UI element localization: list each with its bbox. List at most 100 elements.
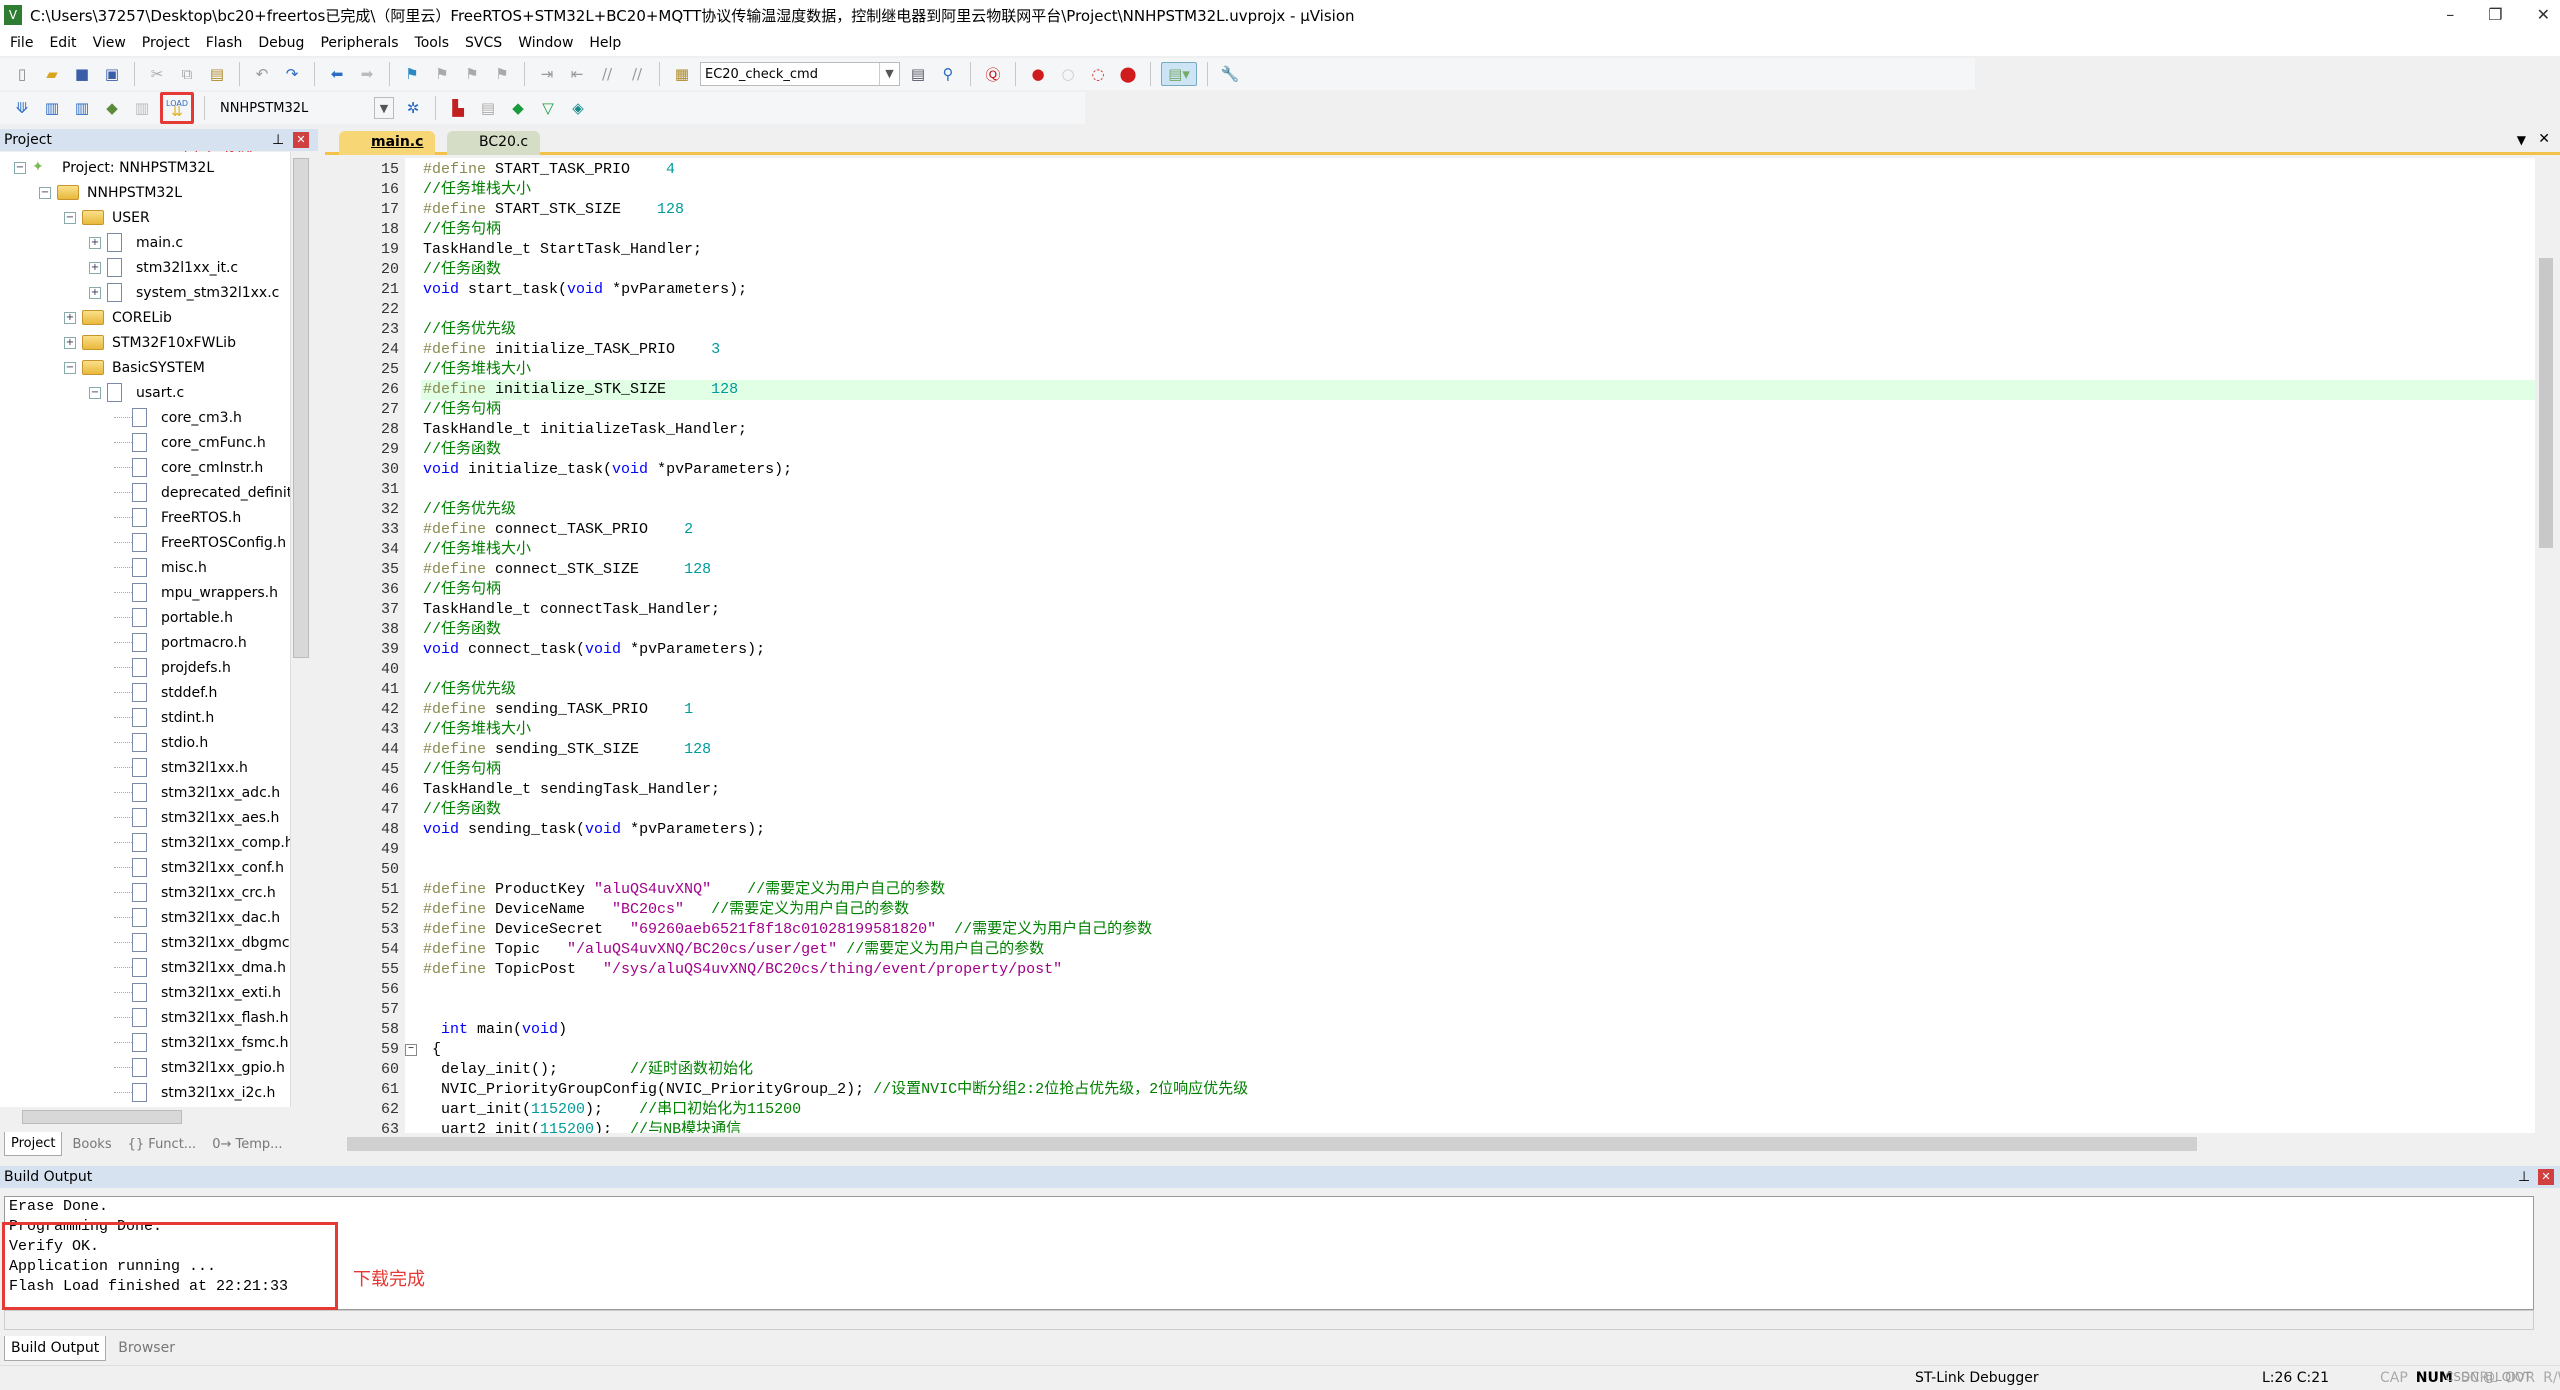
restore-button[interactable]: ❐ (2488, 0, 2502, 30)
tree-item[interactable]: − NNHPSTM32L (39, 180, 182, 205)
target-options-icon[interactable]: ✲ (401, 96, 425, 120)
navigate-forward-icon[interactable]: ➡ (355, 62, 379, 86)
expand-icon[interactable]: + (64, 336, 76, 349)
stop-build-icon[interactable]: ▥ (130, 96, 154, 120)
tree-item[interactable]: core_cmInstr.h (114, 455, 263, 480)
scrollbar-thumb[interactable] (2539, 258, 2553, 548)
unindent-icon[interactable]: ⇤ (565, 62, 589, 86)
build-icon[interactable]: ▥ (40, 96, 64, 120)
manage-components-icon[interactable]: ▙ (446, 96, 470, 120)
tree-item[interactable]: stm32l1xx_flash.h (114, 1005, 289, 1030)
indent-icon[interactable]: ⇥ (535, 62, 559, 86)
collapse-icon[interactable]: − (64, 361, 76, 374)
menu-edit[interactable]: Edit (49, 35, 76, 51)
tab-bc20-c[interactable]: BC20.c (447, 131, 541, 155)
comment-icon[interactable]: // (595, 62, 619, 86)
tree-item[interactable]: − ✦ Project: NNHPSTM32L (14, 155, 214, 180)
expand-icon[interactable]: + (64, 311, 76, 324)
fold-collapse-icon[interactable]: − (405, 1044, 417, 1056)
next-bookmark-icon[interactable]: ⚑ (460, 62, 484, 86)
tree-item[interactable]: stm32l1xx_i2c.h (114, 1080, 275, 1105)
tab-main-c[interactable]: main.c (339, 131, 436, 155)
disable-breakpoints-icon[interactable]: ◌ (1086, 62, 1110, 86)
find-icon[interactable]: ▤ (906, 62, 930, 86)
kill-breakpoints-icon[interactable]: ⬤ (1116, 62, 1140, 86)
expand-icon[interactable]: + (89, 286, 101, 299)
panel-tab[interactable]: 0→ Temp... (206, 1133, 288, 1156)
tree-item[interactable]: + stm32l1xx_it.c (89, 255, 238, 280)
prev-bookmark-icon[interactable]: ⚑ (430, 62, 454, 86)
panel-tab[interactable]: Project (4, 1132, 63, 1156)
tree-item[interactable]: stm32l1xx.h (114, 755, 248, 780)
menu-tools[interactable]: Tools (415, 35, 450, 51)
window-layout-icon[interactable]: ▤▾ (1161, 62, 1197, 86)
tree-item[interactable]: − USER (64, 205, 150, 230)
panel-tab[interactable]: {} Funct... (122, 1133, 203, 1156)
pin-icon[interactable]: ⊥ (272, 129, 284, 151)
editor-horizontal-scrollbar[interactable] (325, 1133, 2560, 1155)
chevron-down-icon[interactable]: ▼ (374, 97, 394, 119)
menu-debug[interactable]: Debug (258, 35, 304, 51)
cut-icon[interactable]: ✂ (145, 62, 169, 86)
open-file-icon[interactable]: ▰ (40, 62, 64, 86)
copy-icon[interactable]: ⧉ (175, 62, 199, 86)
tree-item[interactable]: mpu_wrappers.h (114, 580, 278, 605)
menu-window[interactable]: Window (518, 35, 573, 51)
translate-icon[interactable]: ⟱ (10, 96, 34, 120)
tree-item[interactable]: + system_stm32l1xx.c (89, 280, 279, 305)
tree-item[interactable]: stdint.h (114, 705, 214, 730)
paste-icon[interactable]: ▤ (205, 62, 229, 86)
tree-item[interactable]: stm32l1xx_comp.h (114, 830, 290, 855)
scrollbar-thumb[interactable] (293, 158, 309, 658)
tree-item[interactable]: core_cm3.h (114, 405, 242, 430)
build-output-horizontal-scrollbar[interactable] (4, 1310, 2534, 1330)
tree-item[interactable]: portable.h (114, 605, 233, 630)
chevron-down-icon[interactable]: ▼ (879, 63, 899, 85)
incremental-find-icon[interactable]: ⚲ (936, 62, 960, 86)
target-select[interactable]: NNHPSTM32L ▼ (215, 96, 395, 120)
bookmark-icon[interactable]: ⚑ (400, 62, 424, 86)
menu-help[interactable]: Help (589, 35, 621, 51)
tree-item[interactable]: + main.c (89, 230, 183, 255)
manage-rte-icon[interactable]: ◈ (566, 96, 590, 120)
tree-item[interactable]: stdio.h (114, 730, 208, 755)
close-tab-icon[interactable]: ✕ (2538, 131, 2550, 147)
start-debug-icon[interactable]: Ⓠ (981, 62, 1005, 86)
minimize-button[interactable]: – (2446, 0, 2454, 30)
uncomment-icon[interactable]: ∕∕ (625, 62, 649, 86)
collapse-icon[interactable]: − (14, 161, 26, 174)
expand-icon[interactable]: + (89, 236, 101, 249)
tree-item[interactable]: stm32l1xx_adc.h (114, 780, 280, 805)
save-icon[interactable]: ■ (70, 62, 94, 86)
configure-wrench-icon[interactable]: 🔧 (1218, 62, 1242, 86)
close-button[interactable]: ✕ (2537, 0, 2550, 30)
menu-view[interactable]: View (93, 35, 126, 51)
rebuild-icon[interactable]: ▥ (70, 96, 94, 120)
find-in-files-icon[interactable]: ▦ (670, 62, 694, 86)
tree-item[interactable]: stm32l1xx_conf.h (114, 855, 284, 880)
tree-item[interactable]: stm32l1xx_exti.h (114, 980, 281, 1005)
tree-item[interactable]: stddef.h (114, 680, 217, 705)
tree-item[interactable]: − BasicSYSTEM (64, 355, 205, 380)
collapse-icon[interactable]: − (39, 186, 51, 199)
new-file-icon[interactable]: ▯ (10, 62, 34, 86)
output-tab[interactable]: Build Output (4, 1335, 107, 1361)
editor-vertical-scrollbar[interactable] (2535, 158, 2557, 1133)
navigate-back-icon[interactable]: ⬅ (325, 62, 349, 86)
tree-item[interactable]: FreeRTOS.h (114, 505, 241, 530)
menu-flash[interactable]: Flash (206, 35, 243, 51)
output-tab[interactable]: Browser (112, 1336, 181, 1360)
close-panel-icon[interactable]: ✕ (2538, 1169, 2554, 1185)
menu-project[interactable]: Project (142, 35, 190, 51)
tree-item[interactable]: stm32l1xx_crc.h (114, 880, 276, 905)
collapse-icon[interactable]: − (64, 211, 76, 224)
tree-item[interactable]: misc.h (114, 555, 207, 580)
select-packs-icon[interactable]: ▽ (536, 96, 560, 120)
tree-item[interactable]: + STM32F10xFWLib (64, 330, 236, 355)
project-tree-vertical-scrollbar[interactable] (290, 152, 310, 1107)
scrollbar-thumb[interactable] (22, 1110, 182, 1124)
menu-svcs[interactable]: SVCS (465, 35, 502, 51)
insert-breakpoint-icon[interactable]: ● (1026, 62, 1050, 86)
tree-item[interactable]: stm32l1xx_dma.h (114, 955, 286, 980)
menu-peripherals[interactable]: Peripherals (320, 35, 398, 51)
